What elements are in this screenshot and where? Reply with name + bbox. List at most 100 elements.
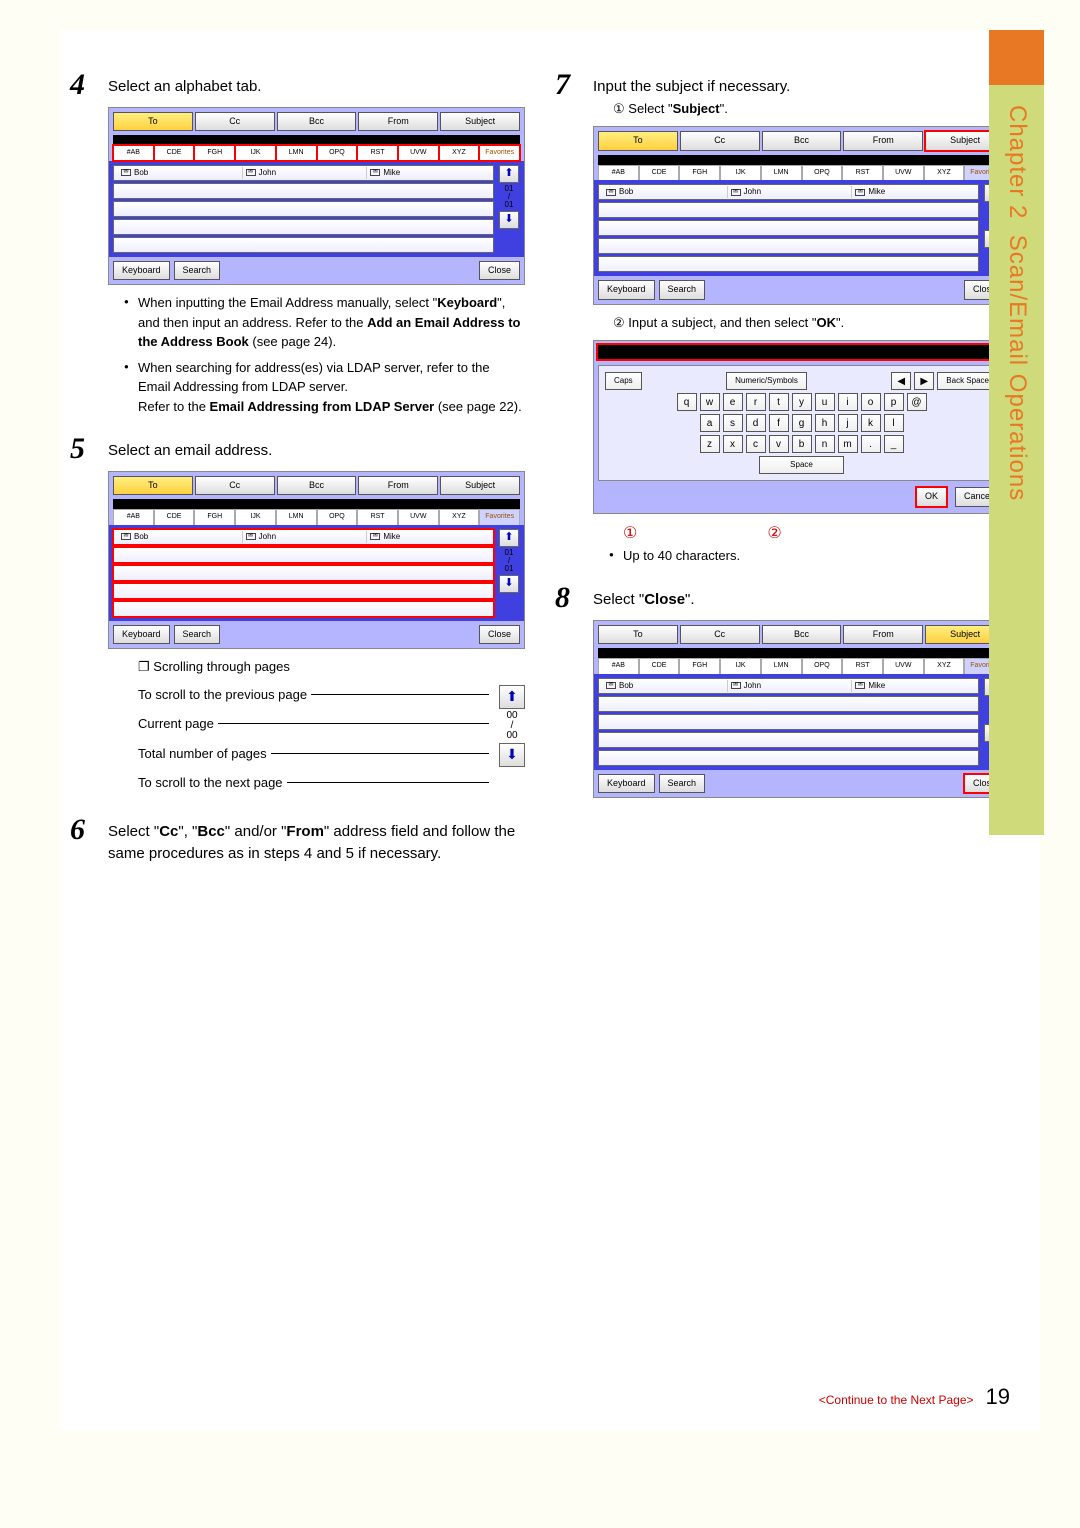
- address-row-empty[interactable]: [113, 219, 494, 235]
- alpha-tab[interactable]: FGH: [194, 145, 235, 161]
- key-.[interactable]: .: [861, 435, 881, 453]
- key-k[interactable]: k: [861, 414, 881, 432]
- key-a[interactable]: a: [700, 414, 720, 432]
- key-e[interactable]: e: [723, 393, 743, 411]
- alpha-tab[interactable]: CDE: [639, 658, 680, 674]
- alpha-tab-favorites[interactable]: Favorites: [479, 509, 520, 525]
- key-f[interactable]: f: [769, 414, 789, 432]
- tab-cc[interactable]: Cc: [195, 476, 275, 496]
- key-o[interactable]: o: [861, 393, 881, 411]
- alpha-tab[interactable]: RST: [842, 165, 883, 181]
- alpha-tab[interactable]: #AB: [598, 165, 639, 181]
- key-d[interactable]: d: [746, 414, 766, 432]
- address-row-selected[interactable]: ✉Bob ✉John ✉Mike: [113, 529, 494, 545]
- alpha-tab[interactable]: XYZ: [924, 658, 965, 674]
- key-t[interactable]: t: [769, 393, 789, 411]
- space-key[interactable]: Space: [759, 456, 844, 474]
- search-button[interactable]: Search: [174, 625, 221, 645]
- search-button[interactable]: Search: [659, 774, 706, 794]
- address-row-empty[interactable]: [598, 714, 979, 730]
- alpha-tab[interactable]: CDE: [154, 145, 195, 161]
- alpha-tab[interactable]: OPQ: [317, 509, 358, 525]
- alpha-tab[interactable]: IJK: [720, 658, 761, 674]
- tab-cc[interactable]: Cc: [680, 625, 760, 645]
- alpha-tab[interactable]: RST: [842, 658, 883, 674]
- search-button[interactable]: Search: [659, 280, 706, 300]
- caps-key[interactable]: Caps: [605, 372, 642, 390]
- numeric-symbols-key[interactable]: Numeric/Symbols: [726, 372, 807, 390]
- alpha-tab[interactable]: FGH: [679, 658, 720, 674]
- tab-to[interactable]: To: [598, 131, 678, 151]
- key-c[interactable]: c: [746, 435, 766, 453]
- tab-bcc[interactable]: Bcc: [277, 112, 357, 132]
- tab-subject[interactable]: Subject: [440, 112, 520, 132]
- key-w[interactable]: w: [700, 393, 720, 411]
- address-row-empty[interactable]: [113, 237, 494, 253]
- alpha-tab[interactable]: IJK: [720, 165, 761, 181]
- address-row-empty[interactable]: [113, 601, 494, 617]
- address-row[interactable]: ✉Bob ✉John ✉Mike: [598, 184, 979, 200]
- tab-bcc[interactable]: Bcc: [762, 131, 842, 151]
- key-b[interactable]: b: [792, 435, 812, 453]
- key-j[interactable]: j: [838, 414, 858, 432]
- alpha-tab[interactable]: #AB: [113, 509, 154, 525]
- alpha-tab[interactable]: UVW: [398, 145, 439, 161]
- key-r[interactable]: r: [746, 393, 766, 411]
- address-row-empty[interactable]: [598, 696, 979, 712]
- alpha-tab[interactable]: UVW: [398, 509, 439, 525]
- alpha-tab-favorites[interactable]: Favorites: [479, 145, 520, 161]
- tab-from[interactable]: From: [358, 112, 438, 132]
- key-i[interactable]: i: [838, 393, 858, 411]
- address-row-empty[interactable]: [113, 565, 494, 581]
- tab-cc[interactable]: Cc: [680, 131, 760, 151]
- close-button[interactable]: Close: [479, 261, 520, 281]
- alpha-tab[interactable]: XYZ: [924, 165, 965, 181]
- scroll-up-button[interactable]: ⬆: [499, 529, 519, 547]
- key-y[interactable]: y: [792, 393, 812, 411]
- tab-bcc[interactable]: Bcc: [277, 476, 357, 496]
- alpha-tab[interactable]: IJK: [235, 145, 276, 161]
- alpha-tab[interactable]: LMN: [761, 165, 802, 181]
- ok-button[interactable]: OK: [916, 487, 947, 507]
- tab-cc[interactable]: Cc: [195, 112, 275, 132]
- keyboard-button[interactable]: Keyboard: [113, 625, 170, 645]
- key-n[interactable]: n: [815, 435, 835, 453]
- address-row-empty[interactable]: [598, 750, 979, 766]
- key-p[interactable]: p: [884, 393, 904, 411]
- alpha-tab[interactable]: OPQ: [802, 658, 843, 674]
- address-row[interactable]: ✉Bob ✉John ✉Mike: [113, 165, 494, 181]
- address-row-empty[interactable]: [598, 220, 979, 236]
- alpha-tab[interactable]: RST: [357, 509, 398, 525]
- tab-to[interactable]: To: [113, 112, 193, 132]
- address-row[interactable]: ✉Bob ✉John ✉Mike: [598, 678, 979, 694]
- alpha-tab[interactable]: CDE: [154, 509, 195, 525]
- alpha-tab[interactable]: LMN: [761, 658, 802, 674]
- cursor-left-key[interactable]: ◀: [891, 372, 911, 390]
- keyboard-button[interactable]: Keyboard: [113, 261, 170, 281]
- key-_[interactable]: _: [884, 435, 904, 453]
- key-m[interactable]: m: [838, 435, 858, 453]
- address-row-empty[interactable]: [598, 238, 979, 254]
- address-row-empty[interactable]: [113, 183, 494, 199]
- tab-from[interactable]: From: [843, 625, 923, 645]
- cursor-right-key[interactable]: ▶: [914, 372, 934, 390]
- tab-bcc[interactable]: Bcc: [762, 625, 842, 645]
- alpha-tab[interactable]: #AB: [598, 658, 639, 674]
- search-button[interactable]: Search: [174, 261, 221, 281]
- key-h[interactable]: h: [815, 414, 835, 432]
- tab-from[interactable]: From: [358, 476, 438, 496]
- tab-to[interactable]: To: [598, 625, 678, 645]
- alpha-tab[interactable]: IJK: [235, 509, 276, 525]
- key-x[interactable]: x: [723, 435, 743, 453]
- key-g[interactable]: g: [792, 414, 812, 432]
- tab-from[interactable]: From: [843, 131, 923, 151]
- alpha-tab[interactable]: XYZ: [439, 509, 480, 525]
- address-row-empty[interactable]: [113, 583, 494, 599]
- keyboard-button[interactable]: Keyboard: [598, 774, 655, 794]
- scroll-down-button[interactable]: ⬇: [499, 211, 519, 229]
- key-l[interactable]: l: [884, 414, 904, 432]
- alpha-tab[interactable]: LMN: [276, 145, 317, 161]
- key-q[interactable]: q: [677, 393, 697, 411]
- close-button[interactable]: Close: [479, 625, 520, 645]
- tab-to[interactable]: To: [113, 476, 193, 496]
